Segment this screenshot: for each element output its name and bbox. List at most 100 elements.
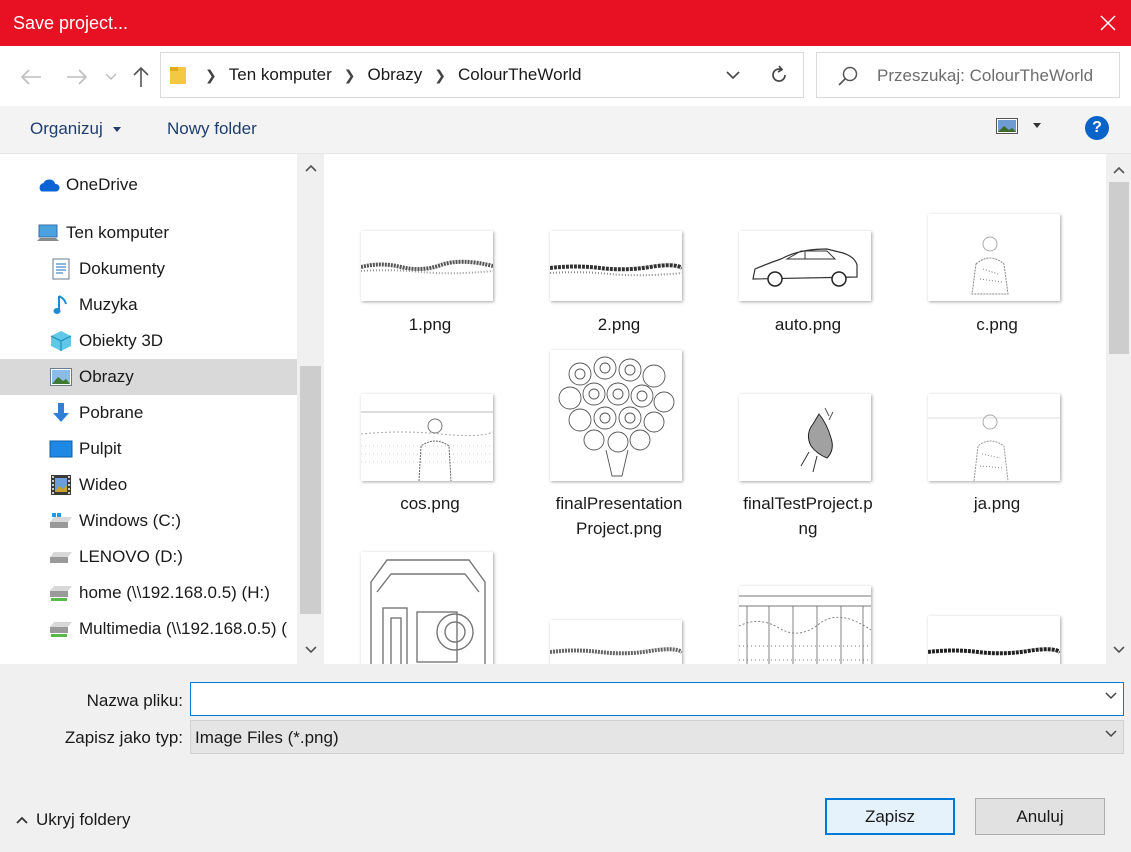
file-name-line: Project.png [576,519,662,538]
chevron-down-icon [105,73,117,80]
music-icon [49,293,73,317]
file-name[interactable]: 2.png [539,312,699,337]
search-placeholder: Przeszukaj: ColourTheWorld [877,66,1094,85]
organize-button[interactable]: Organizuj [30,119,122,139]
breadcrumb-ten-komputer[interactable]: Ten komputer [225,65,336,85]
hide-folders-button[interactable]: Ukryj foldery [16,810,130,830]
chevron-down-icon [726,71,740,79]
dropdown-triangle-icon [112,126,121,132]
cancel-button[interactable]: Anuluj [975,798,1105,835]
file-list-scroll-down-button[interactable] [1109,640,1129,660]
sidebar-scrollbar-thumb[interactable] [300,366,321,614]
sidebar-item-label: home (\\192.168.0.5) (H:) [79,583,270,602]
filename-input[interactable] [191,683,1081,715]
file-name-multiline[interactable]: finalPresentation Project.png [539,491,699,541]
sidebar-item-multimedia[interactable]: Multimedia (\\192.168.0.5) ( [0,611,297,647]
computer-icon [36,221,60,245]
chevron-up-icon [304,164,317,172]
filename-field[interactable] [190,682,1124,716]
new-folder-button[interactable]: Nowy folder [167,119,257,139]
recent-locations-button[interactable] [96,62,126,92]
chevron-down-icon [304,646,317,654]
close-button[interactable] [1085,0,1131,46]
breadcrumb-obrazy[interactable]: Obrazy [363,65,426,85]
file-thumbnail-c[interactable] [928,214,1060,301]
change-view-button[interactable] [996,118,1042,134]
chevron-down-icon [1105,730,1117,738]
video-icon [49,473,73,497]
sidebar-item-label: LENOVO (D:) [79,547,183,566]
sidebar-item-wideo[interactable]: Wideo [0,467,297,503]
desktop-icon [49,437,73,461]
file-name[interactable]: 1.png [350,312,510,337]
onedrive-cloud-icon [36,173,60,197]
back-arrow-icon [20,69,41,85]
downloads-icon [49,401,73,425]
breadcrumb-colourtheworld[interactable]: ColourTheWorld [454,65,585,85]
address-dropdown-button[interactable] [713,53,753,97]
file-name[interactable]: ja.png [917,491,1077,516]
sidebar-item-obrazy[interactable]: Obrazy [0,359,297,395]
file-thumbnail-row3-1[interactable] [361,552,493,664]
file-thumbnail-2[interactable] [550,231,682,301]
sidebar-item-label: Pulpit [79,439,122,458]
drive-icon [49,545,73,569]
file-thumbnail-cos[interactable] [361,394,493,481]
sidebar-item-home-h[interactable]: home (\\192.168.0.5) (H:) [0,575,297,611]
sidebar-item-label: Ten komputer [66,223,169,242]
close-icon [1100,15,1116,31]
sidebar-item-label: Muzyka [79,295,138,314]
documents-icon [49,257,73,281]
3d-objects-icon [49,329,73,353]
sidebar-item-dokumenty[interactable]: Dokumenty [0,251,297,287]
file-thumbnail-row3-2[interactable] [550,620,682,664]
up-button[interactable] [126,62,156,92]
dropdown-triangle-icon [1033,123,1041,128]
file-thumbnail-finaltestproject[interactable] [739,394,871,481]
help-button[interactable]: ? [1085,116,1109,140]
file-name-multiline[interactable]: finalTestProject.p ng [728,491,888,541]
breadcrumb-separator: ❯ [434,66,446,83]
navigation-pane: OneDrive Ten komputer Dokumenty Muzyka O… [0,154,324,664]
sidebar-item-pobrane[interactable]: Pobrane [0,395,297,431]
address-bar[interactable]: ❯ Ten komputer ❯ Obrazy ❯ ColourTheWorld [160,52,804,98]
sidebar-item-label: Multimedia (\\192.168.0.5) ( [79,619,287,638]
sidebar-item-muzyka[interactable]: Muzyka [0,287,297,323]
pictures-icon [49,365,73,389]
sidebar-scroll-down-button[interactable] [300,640,321,660]
file-name[interactable]: auto.png [728,312,888,337]
command-toolbar: Organizuj Nowy folder ? [0,106,1131,154]
save-button[interactable]: Zapisz [825,798,955,835]
file-name[interactable]: c.png [917,312,1077,337]
breadcrumb-separator: ❯ [343,66,356,83]
sidebar-item-label: Wideo [79,475,128,494]
sidebar-item-pulpit[interactable]: Pulpit [0,431,297,467]
sidebar-item-onedrive[interactable]: OneDrive [0,167,297,203]
forward-button[interactable] [62,62,92,92]
file-name[interactable]: cos.png [350,491,510,516]
sidebar-item-lenovo-d[interactable]: LENOVO (D:) [0,539,297,575]
refresh-button[interactable] [755,52,804,98]
sidebar-item-windows-c[interactable]: Windows (C:) [0,503,297,539]
file-list-scrollbar-thumb[interactable] [1109,182,1129,354]
chevron-down-icon[interactable] [1105,692,1117,700]
file-thumbnail-ja[interactable] [928,394,1060,481]
windows-drive-icon [49,509,73,533]
sidebar-item-label: Pobrane [79,403,144,422]
hide-folders-label: Ukryj foldery [36,810,131,829]
sidebar-item-obiekty-3d[interactable]: Obiekty 3D [0,323,297,359]
file-thumbnail-row3-4[interactable] [928,616,1060,664]
sidebar-item-label: Windows (C:) [79,511,182,530]
back-button[interactable] [16,62,46,92]
file-thumbnail-1[interactable] [361,231,493,301]
file-thumbnail-auto[interactable] [739,231,871,301]
filetype-select[interactable]: Image Files (*.png) [190,720,1124,754]
sidebar-item-ten-komputer[interactable]: Ten komputer [0,215,297,251]
search-box[interactable]: Przeszukaj: ColourTheWorld [816,52,1120,98]
sidebar-scroll-up-button[interactable] [300,158,321,178]
view-thumbnail-icon [996,118,1018,134]
file-thumbnail-finalpresentationproject[interactable] [550,350,682,481]
file-thumbnail-row3-3[interactable] [739,586,871,664]
refresh-icon [772,65,786,82]
file-list-scroll-up-button[interactable] [1109,160,1129,180]
